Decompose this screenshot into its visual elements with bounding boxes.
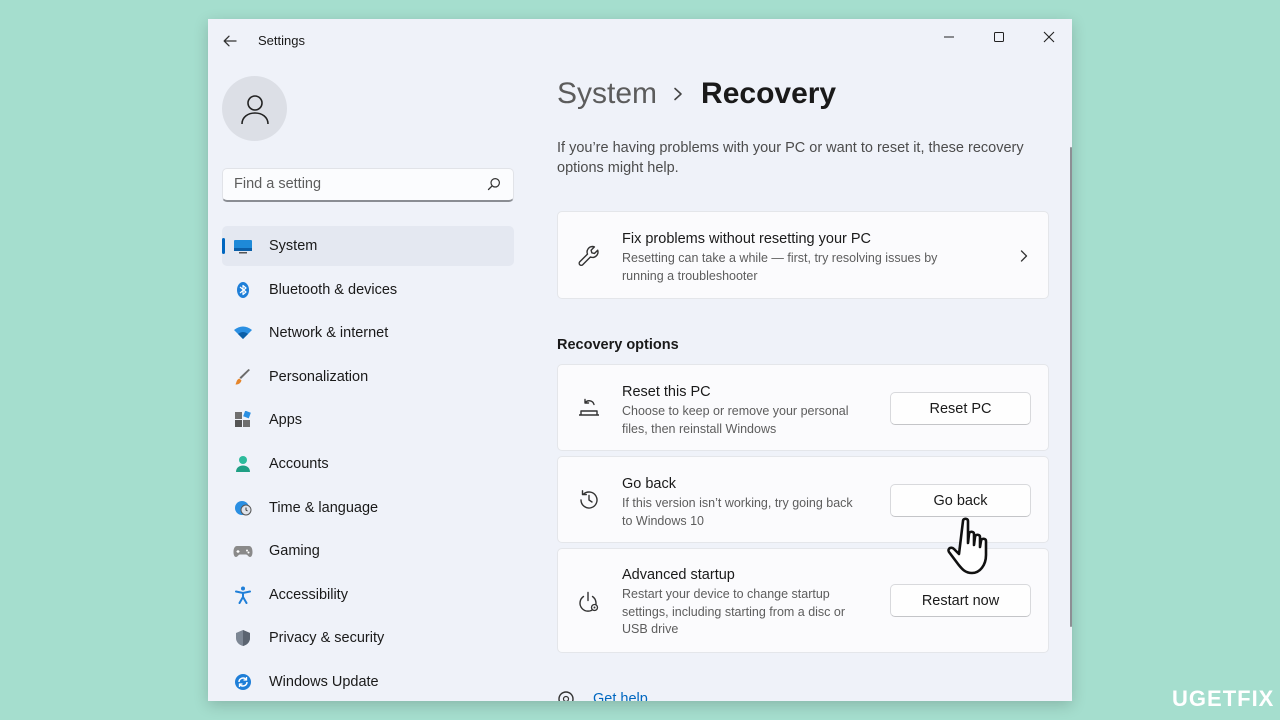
settings-window: Settings System Bluetooth & devices <box>208 19 1072 701</box>
card-title: Advanced startup <box>622 567 735 583</box>
sidebar-item-label: Windows Update <box>269 673 379 690</box>
card-subtitle: Choose to keep or remove your personal f… <box>622 404 849 436</box>
card-title: Fix problems without resetting your PC <box>622 231 872 247</box>
watermark-part: E <box>1207 686 1223 711</box>
sidebar-item-personalization[interactable]: Personalization <box>222 357 514 397</box>
minimize-button[interactable] <box>926 23 972 51</box>
watermark-part: TFIX <box>1222 686 1275 711</box>
globe-clock-icon <box>232 497 254 519</box>
card-subtitle: Restart your device to change startup se… <box>622 587 846 636</box>
sidebar-item-label: Personalization <box>269 368 369 385</box>
sidebar-item-label: Accessibility <box>269 586 348 603</box>
sidebar-item-label: Network & internet <box>269 325 389 342</box>
help-icon <box>557 690 575 701</box>
sidebar-item-network[interactable]: Network & internet <box>222 313 514 353</box>
page-title: Recovery <box>701 77 837 110</box>
sidebar-item-time-language[interactable]: Time & language <box>222 488 514 528</box>
watermark-logo: UGETFIX <box>1172 686 1274 712</box>
sidebar-item-label: Apps <box>269 412 303 429</box>
close-button[interactable] <box>1026 23 1072 51</box>
accounts-icon <box>232 453 254 475</box>
page-description: If you’re having problems with your PC o… <box>557 140 1024 176</box>
wrench-icon <box>576 243 602 269</box>
sidebar-item-apps[interactable]: Apps <box>222 400 514 440</box>
section-title: Recovery options <box>557 337 679 353</box>
sidebar-item-accessibility[interactable]: Accessibility <box>222 575 514 615</box>
card-subtitle: If this version isn’t working, try going… <box>622 496 853 528</box>
sidebar-item-privacy-security[interactable]: Privacy & security <box>222 618 514 658</box>
wifi-icon <box>232 322 254 344</box>
watermark-part: UG <box>1172 686 1207 711</box>
search-icon[interactable] <box>487 177 501 196</box>
sidebar-item-accounts[interactable]: Accounts <box>222 444 514 484</box>
gamepad-icon <box>232 540 254 562</box>
search-input[interactable] <box>223 169 473 199</box>
get-help-link[interactable]: Get help <box>593 691 648 701</box>
brush-icon <box>232 366 254 388</box>
sidebar-item-label: Time & language <box>269 499 379 516</box>
search-box <box>222 168 514 202</box>
card-subtitle: Resetting can take a while — first, try … <box>622 251 938 283</box>
card-title: Go back <box>622 476 676 492</box>
maximize-button[interactable] <box>976 23 1022 51</box>
close-icon <box>1043 31 1055 43</box>
sidebar-item-windows-update[interactable]: Windows Update <box>222 662 514 701</box>
restart-now-button[interactable]: Restart now <box>890 584 1031 617</box>
sidebar-item-gaming[interactable]: Gaming <box>222 531 514 571</box>
sidebar-item-system[interactable]: System <box>222 226 514 266</box>
sidebar-item-bluetooth[interactable]: Bluetooth & devices <box>222 270 514 310</box>
reset-pc-icon <box>576 395 602 421</box>
sidebar-item-label: Accounts <box>269 455 329 472</box>
breadcrumb: System Recovery <box>557 77 836 111</box>
sidebar-item-label: Bluetooth & devices <box>269 281 398 298</box>
monitor-icon <box>232 235 254 257</box>
reset-pc-button[interactable]: Reset PC <box>890 392 1031 425</box>
hand-cursor-icon <box>945 513 1009 588</box>
chevron-right-icon <box>1020 249 1028 267</box>
apps-icon <box>232 409 254 431</box>
bluetooth-icon <box>232 279 254 301</box>
avatar[interactable] <box>222 76 287 141</box>
fix-problems-card[interactable]: Fix problems without resetting your PC R… <box>557 211 1049 299</box>
sidebar-nav: System Bluetooth & devices Network & int… <box>222 226 514 701</box>
arrow-left-icon <box>223 35 237 47</box>
shield-icon <box>232 627 254 649</box>
sidebar-item-label: Privacy & security <box>269 630 385 647</box>
power-settings-icon <box>576 589 602 615</box>
history-icon <box>576 487 602 513</box>
sidebar-item-label: Gaming <box>269 543 320 560</box>
breadcrumb-parent[interactable]: System <box>557 77 657 111</box>
app-title: Settings <box>258 33 305 48</box>
chevron-right-icon <box>673 87 683 101</box>
update-icon <box>232 671 254 693</box>
reset-pc-card: Reset this PC Choose to keep or remove y… <box>557 364 1049 451</box>
maximize-icon <box>994 32 1004 42</box>
scrollbar[interactable] <box>1070 147 1072 627</box>
back-button[interactable] <box>218 29 242 53</box>
user-icon <box>240 94 269 124</box>
accessibility-icon <box>232 584 254 606</box>
minimize-icon <box>944 36 954 38</box>
sidebar-item-label: System <box>269 238 318 254</box>
card-title: Reset this PC <box>622 384 711 400</box>
